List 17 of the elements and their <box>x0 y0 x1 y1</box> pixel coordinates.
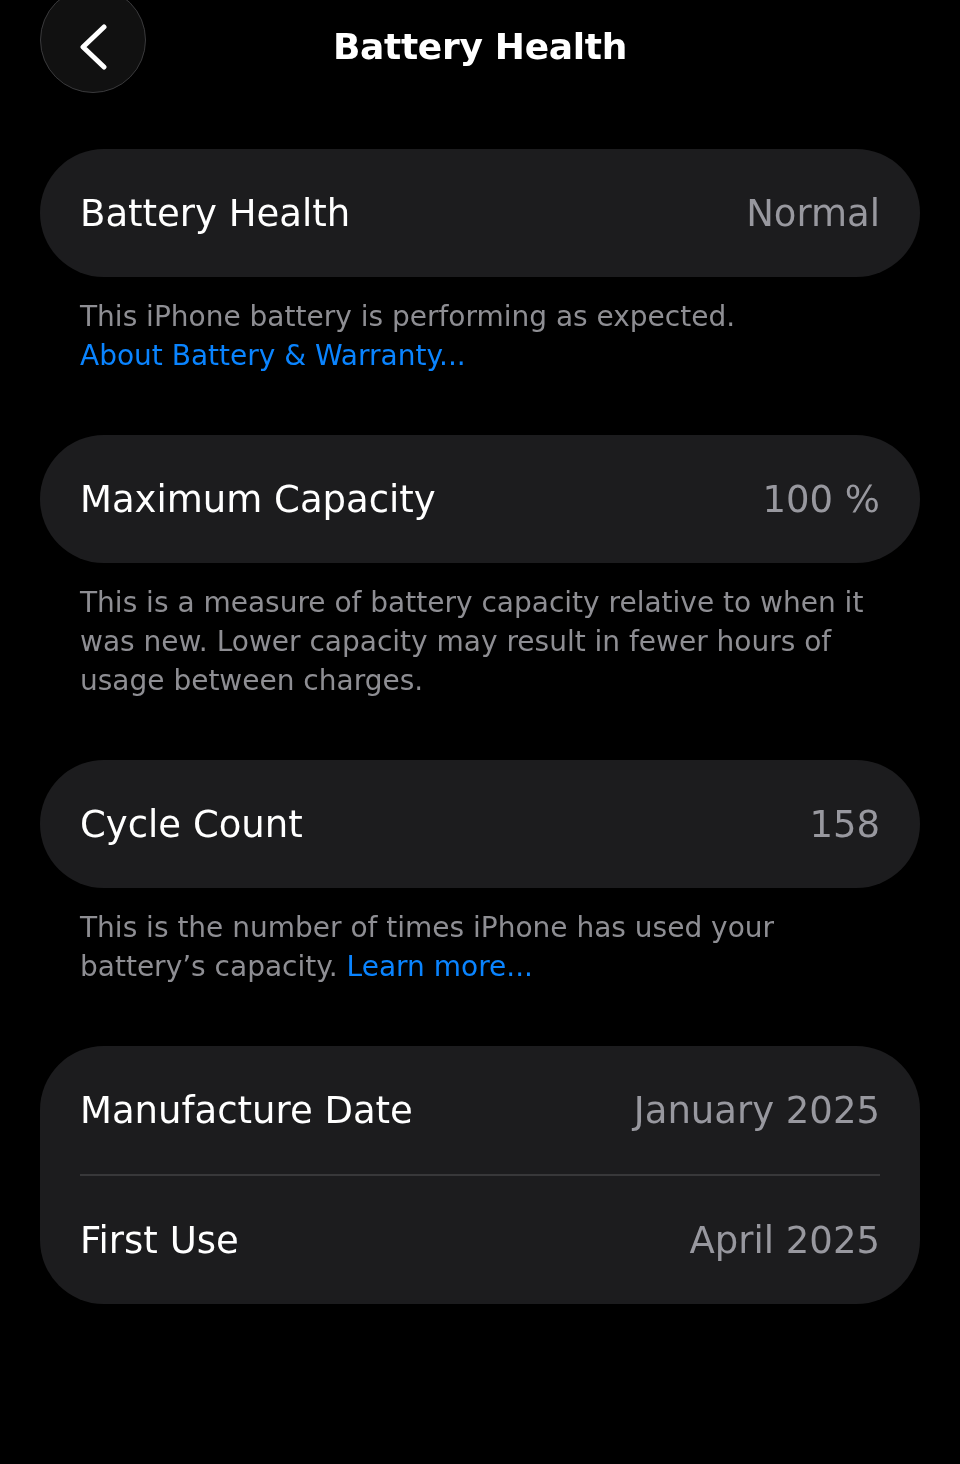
footer-note: This is a measure of battery capacity relative to when it was new. Lower capacity may result in fewer hours of usage between charges. <box>80 585 865 699</box>
footer-link[interactable]: About Battery & Warranty... <box>80 339 466 372</box>
row-value: Normal <box>746 191 880 235</box>
row-label: Battery Health <box>80 191 351 235</box>
chevron-left-icon <box>78 23 108 70</box>
row-label: Manufacture Date <box>80 1088 413 1132</box>
row-label: First Use <box>80 1218 239 1262</box>
footer-note: This is the number of times iPhone has used your battery’s capacity. Learn more... <box>80 910 776 985</box>
row-value: January 2025 <box>633 1088 880 1132</box>
row-label: Maximum Capacity <box>80 477 436 521</box>
row-value: 100 % <box>762 477 880 521</box>
row-value: April 2025 <box>689 1218 880 1262</box>
row-value: 158 <box>809 802 880 846</box>
footer-note: This iPhone battery is performing as expected. About Battery & Warranty... <box>80 299 737 374</box>
row-label: Cycle Count <box>80 802 303 846</box>
page-title: Battery Health <box>332 25 628 67</box>
footer-link[interactable]: Learn more... <box>346 950 533 983</box>
